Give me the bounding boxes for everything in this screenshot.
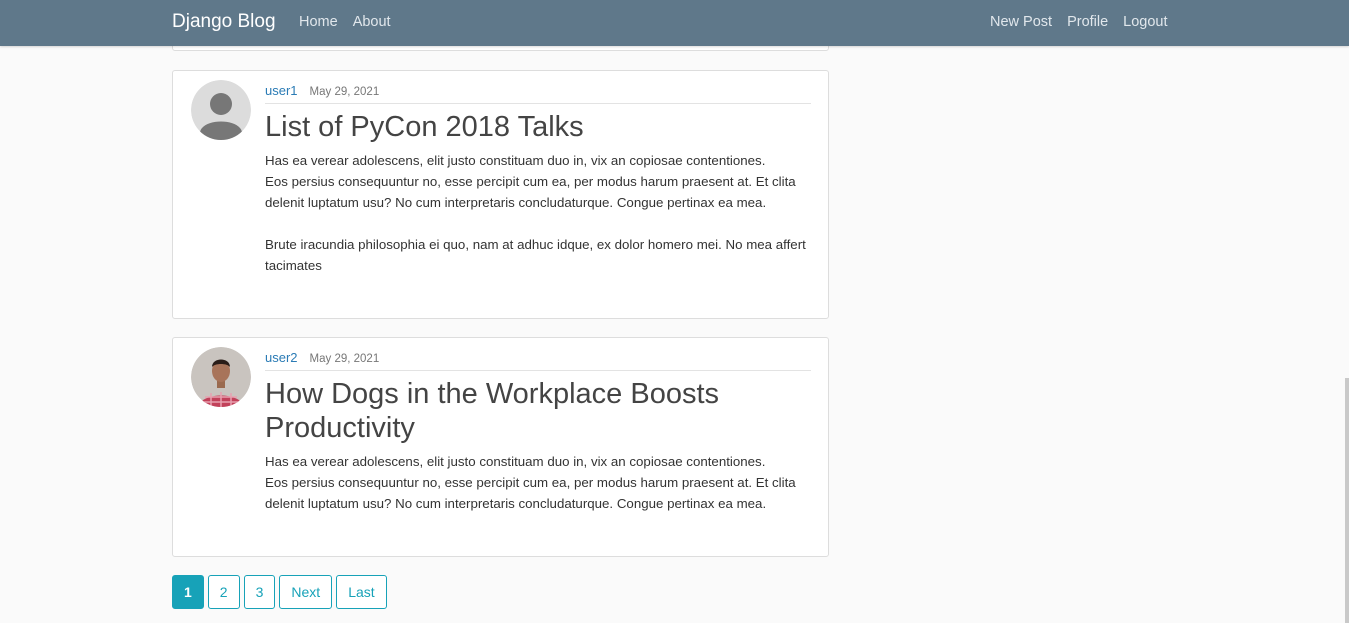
nav-about-link[interactable]: About [353, 14, 391, 31]
post-content: Has ea verear adolescens, elit justo con… [265, 454, 796, 511]
post-content: Has ea verear adolescens, elit justo con… [265, 153, 806, 273]
nav-profile-link[interactable]: Profile [1067, 14, 1108, 31]
post-card: user2 May 29, 2021 How Dogs in the Workp… [172, 337, 829, 557]
top-navbar: Django Blog Home About New Post Profile … [0, 0, 1349, 46]
last-page-button[interactable]: Last [336, 575, 387, 609]
post-body: user1 May 29, 2021 List of PyCon 2018 Ta… [265, 83, 811, 276]
next-page-button[interactable]: Next [279, 575, 333, 609]
page-3-button[interactable]: 3 [243, 575, 276, 609]
nav-logout-link[interactable]: Logout [1123, 14, 1167, 31]
post-title-link[interactable]: List of PyCon 2018 Talks [265, 110, 811, 144]
post-meta: user2 May 29, 2021 [265, 350, 811, 371]
nav-right: New Post Profile Logout [990, 14, 1168, 31]
post-date: May 29, 2021 [309, 353, 380, 365]
nav-home-link[interactable]: Home [299, 14, 338, 31]
post-author-link[interactable]: user2 [265, 350, 298, 365]
page-1-button[interactable]: 1 [172, 575, 204, 609]
page-2-button[interactable]: 2 [207, 575, 240, 609]
post-card: user1 May 29, 2021 List of PyCon 2018 Ta… [172, 70, 829, 319]
brand-link[interactable]: Django Blog [172, 11, 276, 33]
post-author-link[interactable]: user1 [265, 83, 298, 98]
pagination: 1 2 3 Next Last [172, 575, 387, 609]
post-title-link[interactable]: How Dogs in the Workplace Boosts Product… [265, 377, 811, 445]
page-scrollbar[interactable] [1345, 378, 1349, 623]
user-photo-avatar [191, 347, 251, 407]
post-date: May 29, 2021 [309, 86, 380, 98]
nav-new-post-link[interactable]: New Post [990, 14, 1052, 31]
default-avatar-icon [191, 80, 251, 140]
nav-left: Home About [299, 14, 391, 31]
post-body: user2 May 29, 2021 How Dogs in the Workp… [265, 350, 811, 514]
post-meta: user1 May 29, 2021 [265, 83, 811, 104]
